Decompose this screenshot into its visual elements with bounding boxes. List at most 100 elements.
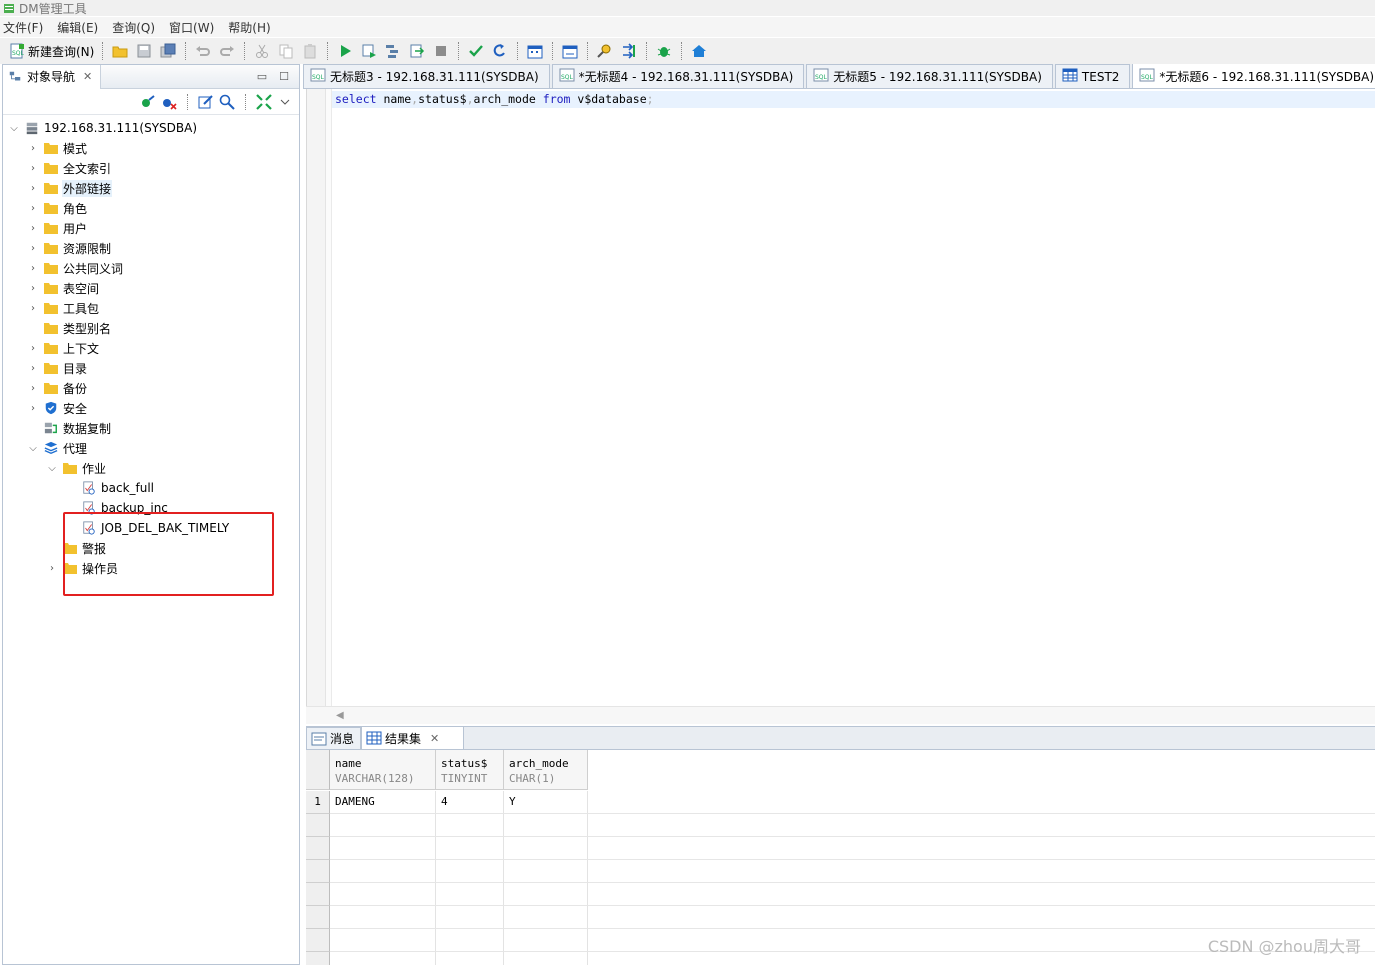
table-cell[interactable] <box>504 952 588 965</box>
table-cell[interactable] <box>330 906 436 929</box>
table-cell[interactable] <box>504 883 588 906</box>
grid-corner[interactable] <box>306 750 330 790</box>
cut-button[interactable] <box>252 41 272 61</box>
tree-item[interactable]: › 上下文 <box>3 338 299 358</box>
editor-tab[interactable]: SQL *无标题4 - 192.168.31.111(SYSDBA) <box>551 64 805 88</box>
maximize-icon[interactable]: ☐ <box>279 70 289 83</box>
table-cell[interactable]: Y <box>504 791 588 814</box>
row-number[interactable]: 1 <box>306 791 330 814</box>
table-cell[interactable] <box>436 883 504 906</box>
chevron-right-icon[interactable]: › <box>26 363 40 374</box>
export-button[interactable] <box>407 41 427 61</box>
home-button[interactable] <box>689 41 709 61</box>
tree-item[interactable]: 数据复制 <box>3 418 299 438</box>
tree-item-job[interactable]: backup_inc <box>3 498 299 518</box>
chevron-right-icon[interactable]: › <box>26 143 40 154</box>
tree-item[interactable]: › 公共同义词 <box>3 258 299 278</box>
tree-item[interactable]: ⌵ 代理 <box>3 438 299 458</box>
tree-item-job[interactable]: JOB_DEL_BAK_TIMELY <box>3 518 299 538</box>
column-header[interactable]: name VARCHAR(128) <box>330 750 436 790</box>
chevron-right-icon[interactable]: › <box>26 403 40 414</box>
table-cell[interactable] <box>330 837 436 860</box>
minimize-icon[interactable]: ▭ <box>257 70 267 83</box>
format-button[interactable] <box>525 41 545 61</box>
chevron-right-icon[interactable]: › <box>26 203 40 214</box>
tree-item[interactable]: › 备份 <box>3 378 299 398</box>
menu-query[interactable]: 查询(Q) <box>112 19 155 36</box>
table-cell[interactable] <box>330 860 436 883</box>
tree-item[interactable]: › 全文索引 <box>3 158 299 178</box>
tree-item-jobs[interactable]: ⌵ 作业 <box>3 458 299 478</box>
chevron-right-icon[interactable]: › <box>26 263 40 274</box>
table-cell[interactable] <box>330 929 436 952</box>
expand-all-icon[interactable] <box>256 93 272 110</box>
table-cell[interactable] <box>436 952 504 965</box>
tree-item-operators[interactable]: › 操作员 <box>3 558 299 578</box>
open-button[interactable] <box>110 41 130 61</box>
search-icon[interactable] <box>219 94 235 110</box>
tree-item[interactable]: › 表空间 <box>3 278 299 298</box>
sql-code-line[interactable]: select name,status$,arch_mode from v$dat… <box>332 91 1375 108</box>
menu-edit[interactable]: 编辑(E) <box>57 19 98 36</box>
stop-button[interactable] <box>431 41 451 61</box>
tree-item[interactable]: › 工具包 <box>3 298 299 318</box>
disconnect-icon[interactable] <box>161 94 177 110</box>
tree-item[interactable]: 类型别名 <box>3 318 299 338</box>
find-button[interactable] <box>595 41 615 61</box>
chevron-right-icon[interactable]: › <box>26 343 40 354</box>
row-number[interactable] <box>306 860 330 883</box>
editor-tab[interactable]: SQL*无标题6 - 192.168.31.111(SYSDBA)✕ <box>1132 64 1375 88</box>
tree-item[interactable]: › 安全 <box>3 398 299 418</box>
commit-button[interactable] <box>466 41 486 61</box>
editor-horizontal-scrollbar[interactable]: ◀ <box>306 706 1375 724</box>
new-query-button[interactable]: SQL 新建查询(N) <box>6 43 97 60</box>
menu-window[interactable]: 窗口(W) <box>169 19 214 36</box>
tree-item[interactable]: › 资源限制 <box>3 238 299 258</box>
tree-item[interactable]: › 用户 <box>3 218 299 238</box>
save-button[interactable] <box>134 41 154 61</box>
table-cell[interactable] <box>330 883 436 906</box>
table-cell[interactable] <box>504 860 588 883</box>
chevron-down-icon[interactable] <box>277 94 293 110</box>
row-number[interactable] <box>306 814 330 837</box>
chevron-right-icon[interactable]: › <box>26 163 40 174</box>
explain-button[interactable] <box>383 41 403 61</box>
table-cell[interactable] <box>436 837 504 860</box>
chevron-down-icon[interactable]: ⌵ <box>45 463 59 474</box>
chevron-right-icon[interactable]: › <box>26 183 40 194</box>
tree-item-alerts[interactable]: 警报 <box>3 538 299 558</box>
close-icon[interactable]: ✕ <box>430 732 439 745</box>
edit-icon[interactable] <box>198 94 214 110</box>
redo-button[interactable] <box>217 41 237 61</box>
compare-button[interactable] <box>619 41 639 61</box>
tree-item-job[interactable]: back_full <box>3 478 299 498</box>
schedule-button[interactable] <box>560 41 580 61</box>
tree-root-connection[interactable]: ⌵ 192.168.31.111(SYSDBA) <box>3 118 299 138</box>
connect-icon[interactable] <box>140 94 156 110</box>
row-number[interactable] <box>306 906 330 929</box>
table-cell[interactable] <box>436 814 504 837</box>
table-cell[interactable] <box>436 860 504 883</box>
editor-tab[interactable]: SQL 无标题5 - 192.168.31.111(SYSDBA) <box>806 64 1053 88</box>
table-cell[interactable] <box>504 929 588 952</box>
copy-button[interactable] <box>276 41 296 61</box>
column-header[interactable]: arch_mode CHAR(1) <box>504 750 588 790</box>
chevron-right-icon[interactable]: › <box>26 303 40 314</box>
table-cell[interactable] <box>504 906 588 929</box>
menu-help[interactable]: 帮助(H) <box>228 19 270 36</box>
table-cell[interactable]: DAMENG <box>330 791 436 814</box>
sql-editor[interactable]: select name,status$,arch_mode from v$dat… <box>306 89 1375 706</box>
chevron-right-icon[interactable]: › <box>26 223 40 234</box>
table-cell[interactable] <box>436 929 504 952</box>
tree-item[interactable]: › 目录 <box>3 358 299 378</box>
close-icon[interactable]: ✕ <box>83 70 92 83</box>
chevron-right-icon[interactable]: › <box>26 243 40 254</box>
table-cell[interactable]: 4 <box>436 791 504 814</box>
undo-button[interactable] <box>193 41 213 61</box>
chevron-right-icon[interactable]: › <box>26 283 40 294</box>
table-cell[interactable] <box>504 837 588 860</box>
row-number[interactable] <box>306 883 330 906</box>
tab-messages[interactable]: 消息 <box>306 727 362 749</box>
table-cell[interactable] <box>330 952 436 965</box>
editor-tab[interactable]: TEST2 <box>1054 64 1131 88</box>
